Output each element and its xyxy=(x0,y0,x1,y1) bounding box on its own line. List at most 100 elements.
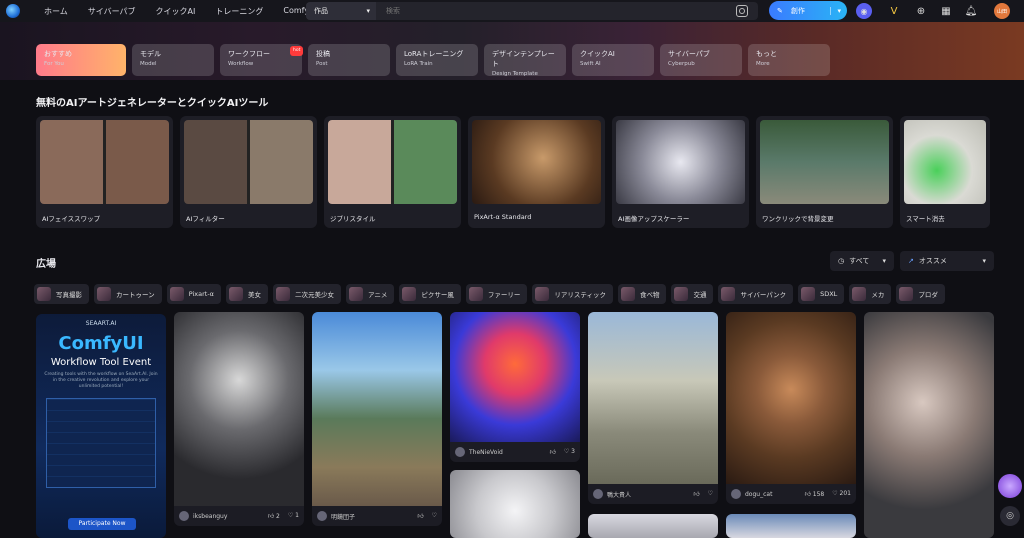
nav-cyberpub[interactable]: サイバーパブ xyxy=(78,6,146,17)
post-card[interactable]: 鴨大貴人 👍︎ ♡ xyxy=(588,312,718,504)
trend-icon: ↗ xyxy=(908,257,914,265)
sort-filter-select[interactable]: ↗ オススメ ▾ xyxy=(900,251,994,271)
tag-thumbnail xyxy=(535,287,550,301)
nav-training[interactable]: トレーニング xyxy=(205,6,273,17)
chevron-down-icon[interactable]: ▾ xyxy=(830,6,841,15)
assistant-mascot-icon[interactable] xyxy=(998,474,1022,498)
tag-chip[interactable]: 写真撮影 xyxy=(34,284,89,304)
tag-chip[interactable]: 交通 xyxy=(671,284,714,304)
promo-brand: SEAART.AI xyxy=(85,320,117,327)
promo-title: ComfyUI xyxy=(58,333,144,354)
tag-thumbnail xyxy=(402,287,417,301)
post-card[interactable] xyxy=(864,312,994,538)
category-lora-train[interactable]: LoRAトレーニング LoRA Train xyxy=(396,44,478,76)
tool-thumbnail xyxy=(184,120,313,204)
avatar[interactable] xyxy=(593,489,603,499)
category-swift-ai[interactable]: クイックAI Swift AI xyxy=(572,44,654,76)
tool-card[interactable]: AIフィルター xyxy=(180,116,317,228)
avatar[interactable] xyxy=(455,447,465,457)
participate-button[interactable]: Participate Now xyxy=(68,518,136,530)
brush-icon: ✎ xyxy=(777,6,783,15)
post-image xyxy=(174,312,304,506)
search-input[interactable] xyxy=(376,7,736,15)
category-post[interactable]: 投稿 Post xyxy=(308,44,390,76)
tag-chip[interactable]: リアリスティック xyxy=(532,284,613,304)
tool-card[interactable]: ジブリスタイル xyxy=(324,116,461,228)
post-image xyxy=(726,312,856,484)
tools-section-title: 無料のAIアートジェネレーターとクイックAIツール xyxy=(36,98,269,109)
tag-chip[interactable]: プロダ xyxy=(896,284,945,304)
tool-thumbnail xyxy=(40,120,169,204)
tag-thumbnail xyxy=(620,287,635,301)
post-card[interactable]: iksbeanguy 👍︎ 2 ♡ 1 xyxy=(174,312,304,526)
category-cyberpub[interactable]: サイバーパブ Cyberpub xyxy=(660,44,742,76)
time-filter-select[interactable]: ◷ すべて ▾ xyxy=(830,251,894,271)
tag-chip[interactable]: 二次元美少女 xyxy=(272,284,341,304)
tag-chip[interactable]: SDXL xyxy=(798,284,845,304)
category-more[interactable]: もっと More xyxy=(748,44,830,76)
like-icon[interactable]: 👍︎ 2 xyxy=(268,512,280,520)
post-card[interactable]: TheNieVoid 👍︎ ♡ 3 xyxy=(450,312,580,462)
discord-icon[interactable]: ◉ xyxy=(856,3,872,19)
avatar[interactable] xyxy=(731,489,741,499)
tag-chip[interactable]: アニメ xyxy=(345,284,395,304)
tag-thumbnail xyxy=(228,287,243,301)
promo-card[interactable]: SEAART.AI ComfyUI Workflow Tool Event Cr… xyxy=(36,314,166,538)
camera-search-icon[interactable] xyxy=(736,5,748,17)
bell-icon[interactable]: 🔔︎ xyxy=(963,3,979,19)
tag-chip[interactable]: ファーリー xyxy=(465,284,528,304)
tool-card[interactable]: PixArt-α Standard xyxy=(468,116,605,228)
post-card[interactable]: 明鏡団子 👍︎ ♡ xyxy=(312,312,442,526)
post-image xyxy=(588,312,718,484)
like-icon[interactable]: 👍︎ xyxy=(693,490,699,498)
tag-chip[interactable]: カートゥーン xyxy=(94,284,162,304)
post-card[interactable]: dogu_cat 👍︎ 158 ♡ 201 xyxy=(726,312,856,504)
like-icon[interactable]: 👍︎ xyxy=(417,512,423,520)
post-image xyxy=(588,514,718,538)
category-design-template[interactable]: デザインテンプレート Design Template xyxy=(484,44,566,77)
like-icon[interactable]: 👍︎ xyxy=(550,448,556,456)
apps-grid-icon[interactable]: ▦ xyxy=(938,3,954,19)
search-scope-select[interactable]: 作品 ▾ xyxy=(306,2,376,20)
tag-chip[interactable]: 食べ物 xyxy=(617,284,667,304)
tag-filter-row: 写真撮影 カートゥーン Pixart-α 美女 二次元美少女 アニメ ピクサー風… xyxy=(34,284,945,304)
post-card[interactable] xyxy=(588,514,718,538)
tool-card[interactable]: ワンクリックで背景変更 xyxy=(756,116,893,228)
tool-card[interactable]: AI画像アップスケーラー xyxy=(612,116,749,228)
post-card[interactable] xyxy=(450,470,580,538)
post-image xyxy=(726,514,856,538)
create-button[interactable]: ✎ 創作 ▾ xyxy=(769,1,847,20)
nav-home[interactable]: ホーム xyxy=(34,6,78,17)
vip-icon[interactable]: V xyxy=(886,3,902,19)
tag-chip[interactable]: サイバーパンク xyxy=(718,284,794,304)
tag-thumbnail xyxy=(275,287,290,301)
user-avatar[interactable]: 山田 xyxy=(994,3,1010,19)
headset-support-icon[interactable]: ◎ xyxy=(1000,506,1020,526)
tag-thumbnail xyxy=(348,287,363,301)
tag-chip[interactable]: ピクサー風 xyxy=(399,284,461,304)
like-icon[interactable]: 👍︎ 158 xyxy=(805,490,825,498)
tool-card[interactable]: AIフェイススワップ xyxy=(36,116,173,228)
tag-chip[interactable]: Pixart-α xyxy=(166,284,221,304)
heart-icon[interactable]: ♡ 1 xyxy=(288,512,299,520)
workflow-graphic xyxy=(46,398,156,488)
site-logo[interactable] xyxy=(6,4,20,18)
category-model[interactable]: モデル Model xyxy=(132,44,214,76)
category-for-you[interactable]: おすすめ For You xyxy=(36,44,126,76)
heart-icon[interactable]: ♡ xyxy=(708,490,713,498)
avatar[interactable] xyxy=(179,511,189,521)
tag-chip[interactable]: メカ xyxy=(849,284,892,304)
heart-icon[interactable]: ♡ 3 xyxy=(564,448,575,456)
category-workflow[interactable]: ワークフロー Workflow hot xyxy=(220,44,304,76)
tag-thumbnail xyxy=(801,287,816,301)
nav-quick-ai[interactable]: クイックAI xyxy=(146,6,206,17)
tag-chip[interactable]: 美女 xyxy=(225,284,268,304)
main-nav: ホーム サイバーパブ クイックAI トレーニング ComfyUI xyxy=(34,6,327,17)
avatar[interactable] xyxy=(317,511,327,521)
add-icon[interactable]: ⊕ xyxy=(913,3,929,19)
post-image xyxy=(864,312,994,538)
tool-card[interactable]: スマート消去 xyxy=(900,116,990,228)
post-card[interactable] xyxy=(726,514,856,538)
heart-icon[interactable]: ♡ xyxy=(432,512,437,520)
heart-icon[interactable]: ♡ 201 xyxy=(832,490,851,498)
